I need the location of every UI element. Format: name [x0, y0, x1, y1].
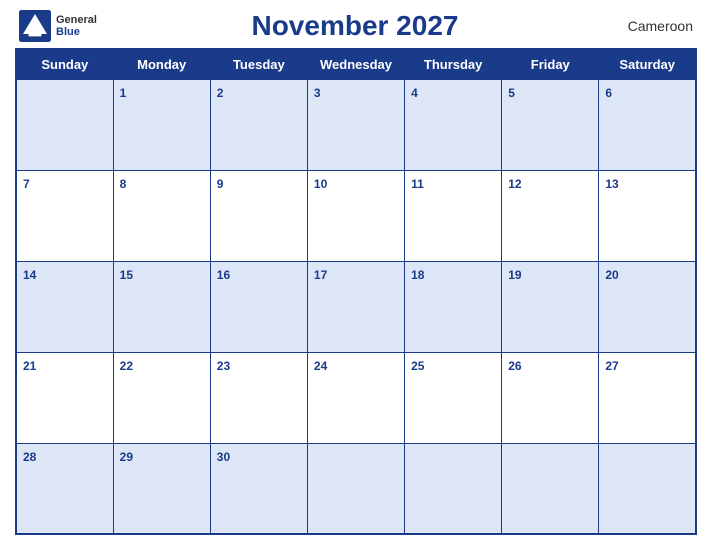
- day-number: 30: [217, 450, 230, 464]
- calendar-cell: 11: [405, 170, 502, 261]
- day-number: 18: [411, 268, 424, 282]
- calendar-cell: 6: [599, 80, 696, 171]
- weekday-header-monday: Monday: [113, 49, 210, 80]
- day-number: 5: [508, 86, 515, 100]
- calendar-cell: 30: [210, 443, 307, 534]
- day-number: 12: [508, 177, 521, 191]
- day-number: 29: [120, 450, 133, 464]
- week-row-4: 28 29 30: [16, 443, 696, 534]
- weekday-header-sunday: Sunday: [16, 49, 113, 80]
- weekday-header-thursday: Thursday: [405, 49, 502, 80]
- day-number: 25: [411, 359, 424, 373]
- day-number: 27: [605, 359, 618, 373]
- calendar-cell: 7: [16, 170, 113, 261]
- calendar-cell: 10: [307, 170, 404, 261]
- day-number: 20: [605, 268, 618, 282]
- calendar-cell: 9: [210, 170, 307, 261]
- calendar-cell: 22: [113, 352, 210, 443]
- day-number: 21: [23, 359, 36, 373]
- day-number: 26: [508, 359, 521, 373]
- week-row-0: 1 2 3 4 5 6: [16, 80, 696, 171]
- day-number: 24: [314, 359, 327, 373]
- week-row-3: 21 22 23 24 25 26 27: [16, 352, 696, 443]
- calendar-cell: [307, 443, 404, 534]
- calendar-cell: 18: [405, 261, 502, 352]
- week-row-2: 14 15 16 17 18 19 20: [16, 261, 696, 352]
- day-number: 19: [508, 268, 521, 282]
- calendar-cell: [502, 443, 599, 534]
- day-number: 17: [314, 268, 327, 282]
- calendar-cell: 17: [307, 261, 404, 352]
- calendar-cell: 27: [599, 352, 696, 443]
- day-number: 14: [23, 268, 36, 282]
- calendar-cell: 1: [113, 80, 210, 171]
- weekday-header-row: SundayMondayTuesdayWednesdayThursdayFrid…: [16, 49, 696, 80]
- day-number: 16: [217, 268, 230, 282]
- day-number: 13: [605, 177, 618, 191]
- logo-blue-text: Blue: [56, 26, 97, 38]
- logo-general-text: General: [56, 14, 97, 26]
- calendar-cell: 16: [210, 261, 307, 352]
- calendar-cell: 8: [113, 170, 210, 261]
- calendar-cell: 15: [113, 261, 210, 352]
- calendar-cell: 19: [502, 261, 599, 352]
- day-number: 22: [120, 359, 133, 373]
- day-number: 11: [411, 177, 424, 191]
- day-number: 2: [217, 86, 224, 100]
- calendar-table: SundayMondayTuesdayWednesdayThursdayFrid…: [15, 48, 697, 535]
- calendar-cell: 26: [502, 352, 599, 443]
- calendar-cell: 25: [405, 352, 502, 443]
- logo-icon: [19, 10, 51, 42]
- calendar-cell: 2: [210, 80, 307, 171]
- calendar-cell: [405, 443, 502, 534]
- calendar-cell: 20: [599, 261, 696, 352]
- calendar-cell: [16, 80, 113, 171]
- calendar-cell: 12: [502, 170, 599, 261]
- calendar-title: November 2027: [97, 10, 613, 42]
- day-number: 28: [23, 450, 36, 464]
- calendar-cell: [599, 443, 696, 534]
- day-number: 23: [217, 359, 230, 373]
- day-number: 4: [411, 86, 418, 100]
- calendar-cell: 4: [405, 80, 502, 171]
- calendar-cell: 24: [307, 352, 404, 443]
- country-label: Cameroon: [613, 18, 693, 34]
- day-number: 7: [23, 177, 30, 191]
- day-number: 8: [120, 177, 127, 191]
- calendar-cell: 29: [113, 443, 210, 534]
- calendar-cell: 5: [502, 80, 599, 171]
- calendar-cell: 21: [16, 352, 113, 443]
- weekday-header-saturday: Saturday: [599, 49, 696, 80]
- day-number: 15: [120, 268, 133, 282]
- day-number: 9: [217, 177, 224, 191]
- weekday-header-friday: Friday: [502, 49, 599, 80]
- weekday-header-wednesday: Wednesday: [307, 49, 404, 80]
- week-row-1: 7 8 9 10 11 12 13: [16, 170, 696, 261]
- calendar-cell: 28: [16, 443, 113, 534]
- calendar-cell: 13: [599, 170, 696, 261]
- day-number: 6: [605, 86, 612, 100]
- logo-text: General Blue: [56, 14, 97, 38]
- logo: General Blue: [19, 10, 97, 42]
- day-number: 10: [314, 177, 327, 191]
- calendar-header: General Blue November 2027 Cameroon: [15, 10, 697, 42]
- day-number: 1: [120, 86, 127, 100]
- weekday-header-tuesday: Tuesday: [210, 49, 307, 80]
- calendar-cell: 23: [210, 352, 307, 443]
- day-number: 3: [314, 86, 321, 100]
- calendar-cell: 3: [307, 80, 404, 171]
- calendar-cell: 14: [16, 261, 113, 352]
